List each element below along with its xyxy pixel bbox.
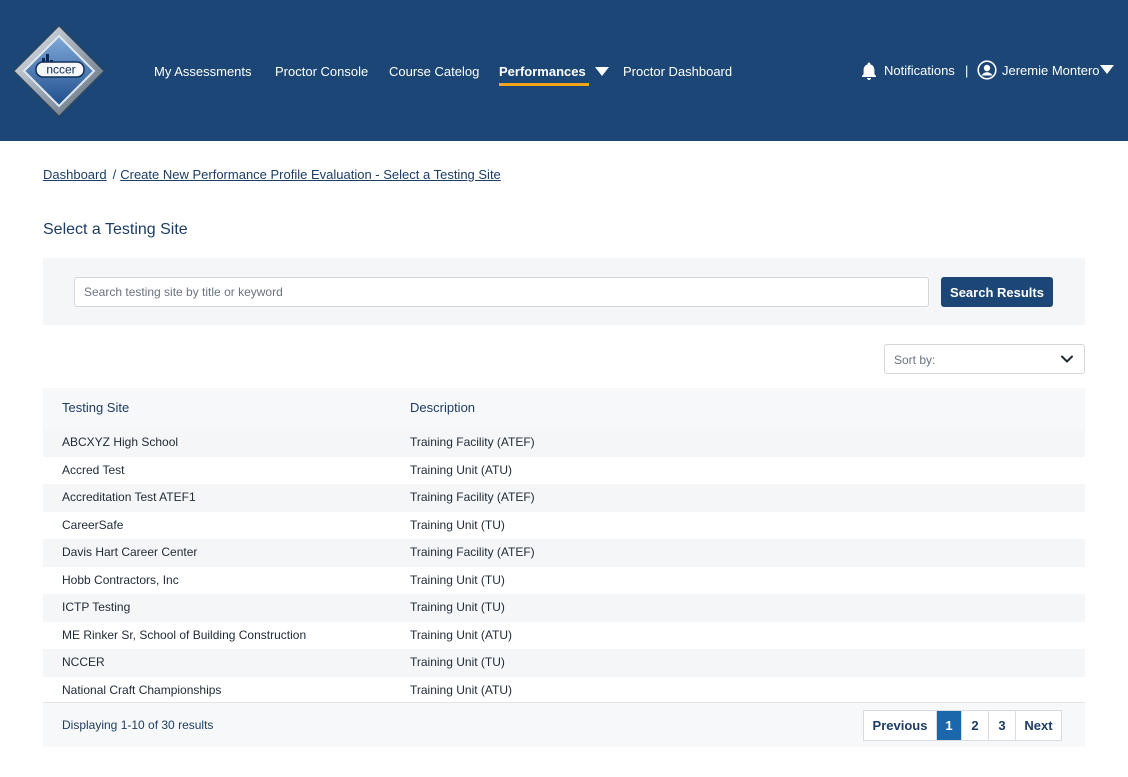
testing-site-table: Testing Site Description ABCXYZ High Sch… [43, 388, 1085, 704]
nav-proctor-dashboard[interactable]: Proctor Dashboard [623, 63, 732, 81]
next-page-button[interactable]: Next [1016, 711, 1061, 740]
previous-page-button[interactable]: Previous [864, 711, 937, 740]
search-panel: Search Results [43, 258, 1085, 325]
table-row[interactable]: Accred Test Training Unit (ATU) [43, 456, 1085, 484]
cell-testing-site: Hobb Contractors, Inc [62, 572, 179, 587]
cell-testing-site: National Craft Championships [62, 682, 222, 697]
page-3-button[interactable]: 3 [989, 711, 1016, 740]
table-row[interactable]: Hobb Contractors, Inc Training Unit (TU) [43, 566, 1085, 594]
bell-icon[interactable] [860, 61, 878, 81]
user-name-menu[interactable]: Jeremie Montero [1002, 63, 1100, 78]
active-nav-underline [499, 83, 590, 86]
breadcrumb-separator: / [112, 167, 117, 182]
cell-description: Training Facility (ATEF) [410, 490, 535, 504]
breadcrumb-dashboard-link[interactable]: Dashboard [43, 167, 107, 182]
caret-down-icon [595, 67, 610, 77]
column-header-description[interactable]: Description [410, 400, 475, 415]
nav-proctor-console[interactable]: Proctor Console [275, 63, 368, 81]
cell-testing-site: NCCER [62, 655, 105, 669]
table-row[interactable]: ICTP Testing Training Unit (TU) [43, 594, 1085, 622]
breadcrumb-current-link[interactable]: Create New Performance Profile Evaluatio… [120, 167, 501, 182]
cell-testing-site: CareerSafe [62, 517, 124, 532]
user-area: Notifications | Jeremie Montero [860, 60, 1114, 84]
top-navigation-bar: nccer My Assessments Proctor Console Cou… [0, 0, 1128, 141]
table-body: ABCXYZ High School Training Facility (ATE… [43, 429, 1085, 704]
page-2-button[interactable]: 2 [962, 711, 989, 740]
table-row[interactable]: Davis Hart Career Center Training Facilit… [43, 539, 1085, 567]
user-menu-caret-icon[interactable] [1100, 65, 1114, 74]
nccer-logo[interactable]: nccer [12, 24, 106, 118]
table-row[interactable]: NCCER Training Unit (TU) [43, 649, 1085, 677]
cell-description: Training Unit (TU) [410, 572, 505, 587]
search-results-button[interactable]: Search Results [941, 277, 1053, 307]
table-footer: Displaying 1-10 of 30 results Previous 1… [43, 702, 1085, 747]
nav-my-assessments[interactable]: My Assessments [154, 63, 252, 81]
cell-testing-site: ABCXYZ High School [62, 435, 179, 449]
column-header-testing-site[interactable]: Testing Site [62, 400, 129, 415]
nav-performances-label: Performances [499, 64, 586, 79]
cell-testing-site: Accred Test [62, 462, 125, 477]
page-title: Select a Testing Site [43, 221, 188, 238]
page-1-button[interactable]: 1 [937, 711, 962, 740]
cell-description: Training Unit (ATU) [410, 462, 513, 477]
nav-course-catelog[interactable]: Course Catelog [389, 63, 479, 81]
cell-testing-site: ME Rinker Sr, School of Building Constru… [62, 627, 307, 642]
table-row[interactable]: CareerSafe Training Unit (TU) [43, 511, 1085, 539]
cell-testing-site: ICTP Testing [62, 600, 131, 614]
cell-description: Training Unit (TU) [410, 655, 505, 669]
table-row[interactable]: Accreditation Test ATEF1 Training Facilit… [43, 484, 1085, 512]
nav-separator: | [965, 63, 969, 78]
cell-description: Training Unit (ATU) [410, 682, 513, 697]
chevron-down-icon [1061, 355, 1073, 363]
sort-by-label: Sort by: [894, 353, 936, 367]
sort-by-select[interactable]: Sort by: [884, 344, 1085, 374]
cell-testing-site: Davis Hart Career Center [62, 545, 198, 559]
results-summary: Displaying 1-10 of 30 results [62, 718, 214, 732]
cell-description: Training Unit (TU) [410, 600, 505, 614]
table-row[interactable]: National Craft Championships Training Uni… [43, 676, 1085, 704]
table-row[interactable]: ME Rinker Sr, School of Building Constru… [43, 621, 1085, 649]
table-header: Testing Site Description [43, 388, 1085, 429]
cell-testing-site: Accreditation Test ATEF1 [62, 490, 196, 504]
pagination: Previous 1 2 3 Next [863, 710, 1062, 741]
nav-performances[interactable]: Performances [499, 63, 610, 86]
notifications-link[interactable]: Notifications [884, 63, 955, 78]
cell-description: Training Unit (TU) [410, 517, 505, 532]
cell-description: Training Facility (ATEF) [410, 545, 535, 559]
cell-description: Training Facility (ATEF) [410, 435, 535, 449]
table-row[interactable]: ABCXYZ High School Training Facility (ATE… [43, 429, 1085, 457]
cell-description: Training Unit (ATU) [410, 627, 513, 642]
breadcrumb: Dashboard / Create New Performance Profile… [43, 167, 501, 182]
svg-text:nccer: nccer [46, 63, 75, 77]
user-avatar-icon[interactable] [977, 60, 997, 80]
search-input[interactable] [74, 277, 929, 307]
